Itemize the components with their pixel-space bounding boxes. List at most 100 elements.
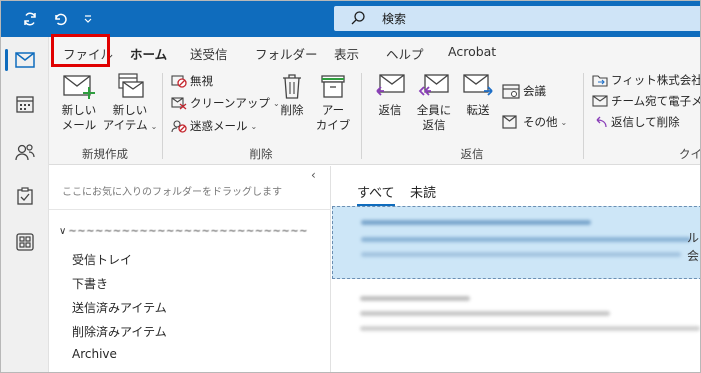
- tab-unread[interactable]: 未読: [410, 182, 436, 201]
- grid-apps-icon: [16, 233, 34, 251]
- folder-sent[interactable]: 送信済みアイテム: [72, 299, 167, 316]
- message-item-selected[interactable]: ル 会: [332, 206, 700, 279]
- respond-group: 返信 全員に 返信 転送 会議 その他 ⌄ 返信: [362, 67, 582, 165]
- reply-all-button[interactable]: 全員に 返信: [414, 71, 454, 133]
- quickstep-reply-delete[interactable]: 返信して削除: [592, 114, 680, 130]
- app-nav-rail: [1, 37, 49, 372]
- calendar-nav-button[interactable]: [1, 85, 49, 123]
- tab-home[interactable]: ホーム: [130, 44, 168, 69]
- reply-all-label-1: 全員に: [416, 103, 452, 117]
- junk-button[interactable]: 迷惑メール ⌄: [171, 118, 257, 134]
- archive-label-1: アー: [321, 103, 345, 117]
- ribbon: 新しい メール 新しい アイテム ⌄ 新規作成 無視 クリーンアップ ⌄ 迷惑メ…: [49, 67, 701, 165]
- quickstep-company-label: フィット株式会社: [611, 73, 701, 87]
- quick-steps-group: フィット株式会社 チーム宛て電子メ 返信して削除 クイ: [584, 67, 701, 165]
- delete-label: 削除: [280, 103, 304, 117]
- favorites-hint: ここにお気に入りのフォルダーをドラッグします: [62, 187, 282, 198]
- tab-help[interactable]: ヘルプ: [386, 44, 424, 63]
- tab-acrobat[interactable]: Acrobat: [448, 44, 496, 59]
- new-items-label-2: アイテム: [102, 118, 148, 132]
- search-icon: [350, 10, 366, 30]
- reply-all-label-2: 返信: [422, 118, 446, 132]
- archive-icon: [321, 75, 345, 98]
- collapse-pane-icon[interactable]: ‹: [311, 168, 316, 182]
- quickstep-reply-delete-label: 返信して削除: [611, 115, 680, 129]
- archive-button[interactable]: アー カイブ: [315, 71, 351, 133]
- account-header[interactable]: ∨ ~~~~~~~~~~~~~~~~~~~~~~~~~~~: [59, 226, 308, 237]
- message-side-char-1: ル: [686, 231, 699, 245]
- message-side-char-2: 会: [686, 249, 699, 263]
- quickstep-company[interactable]: フィット株式会社: [592, 72, 701, 88]
- divider: [49, 209, 331, 210]
- quickstep-team-email[interactable]: チーム宛て電子メ: [592, 93, 701, 109]
- folder-archive[interactable]: Archive: [72, 347, 117, 361]
- chevron-down-icon: ⌄: [250, 121, 258, 131]
- new-mail-icon: [63, 75, 95, 99]
- message-sender: [361, 220, 591, 225]
- account-name: ~~~~~~~~~~~~~~~~~~~~~~~~~~~: [68, 226, 309, 237]
- search-box[interactable]: 検索: [334, 6, 700, 31]
- outlook-window: 検索 ファイル ホーム 送受信 フォルダー 表示 ヘルプ Acrobat 新しい…: [0, 0, 701, 373]
- forward-icon: [463, 74, 493, 96]
- new-items-icon: [118, 73, 144, 98]
- folder-pane: ‹ ここにお気に入りのフォルダーをドラッグします ∨ ~~~~~~~~~~~~~…: [49, 166, 331, 372]
- folder-drafts[interactable]: 下書き: [72, 275, 108, 292]
- tasks-nav-button[interactable]: [1, 177, 49, 215]
- forward-label: 転送: [466, 103, 490, 117]
- delete-group: 無視 クリーンアップ ⌄ 迷惑メール ⌄ 削除 アー カイブ 削除: [163, 67, 359, 165]
- search-placeholder: 検索: [382, 12, 407, 26]
- cleanup-label: クリーンアップ: [190, 96, 270, 110]
- new-mail-label-2: メール: [61, 118, 97, 132]
- new-mail-button[interactable]: 新しい メール: [57, 71, 101, 133]
- mail-icon: [592, 95, 608, 107]
- delete-button[interactable]: 削除: [277, 71, 307, 118]
- cleanup-icon: [171, 97, 187, 110]
- undo-icon[interactable]: [51, 10, 69, 28]
- ignore-icon: [171, 75, 187, 88]
- ignore-button[interactable]: 無視: [171, 73, 213, 89]
- respond-group-label: 返信: [460, 147, 484, 161]
- reply-icon: [376, 74, 405, 96]
- tab-send-receive[interactable]: 送受信: [190, 44, 228, 63]
- reply-icon: [596, 116, 607, 128]
- tab-folder[interactable]: フォルダー: [255, 44, 318, 63]
- new-group: 新しい メール 新しい アイテム ⌄ 新規作成: [49, 67, 161, 165]
- delete-group-label: 削除: [249, 147, 273, 161]
- new-items-label-1: 新しい: [112, 103, 148, 117]
- message-list: すべて 未読 ル 会: [332, 166, 700, 372]
- meeting-button[interactable]: 会議: [502, 83, 546, 99]
- quickstep-team-label: チーム宛て電子メ: [611, 94, 701, 108]
- message-item[interactable]: [332, 284, 700, 354]
- tab-view[interactable]: 表示: [334, 44, 359, 63]
- ribbon-tabs: ファイル ホーム 送受信 フォルダー 表示 ヘルプ Acrobat: [49, 37, 700, 69]
- quick-steps-group-label: クイ: [679, 147, 701, 161]
- chevron-down-icon: ⌄: [560, 117, 568, 127]
- reply-button[interactable]: 返信: [372, 71, 408, 118]
- people-nav-button[interactable]: [1, 133, 49, 171]
- message-preview: [361, 252, 681, 257]
- calendar-icon: [16, 96, 34, 113]
- move-to-folder-icon: [592, 75, 608, 87]
- sync-icon[interactable]: [21, 10, 39, 28]
- ignore-label: 無視: [190, 74, 213, 88]
- folder-inbox[interactable]: 受信トレイ: [72, 251, 132, 268]
- message-subject: [360, 311, 610, 316]
- reply-label: 返信: [378, 103, 402, 117]
- people-icon: [15, 144, 35, 161]
- junk-icon: [171, 120, 187, 133]
- more-label: その他: [523, 115, 558, 129]
- forward-button[interactable]: 転送: [460, 71, 496, 118]
- folder-deleted[interactable]: 削除済みアイテム: [72, 323, 167, 340]
- mail-nav-button[interactable]: [1, 41, 49, 79]
- chevron-down-icon: ⌄: [150, 122, 158, 131]
- meeting-icon: [502, 84, 520, 99]
- customize-toolbar-icon[interactable]: [79, 10, 97, 28]
- more-respond-button[interactable]: その他 ⌄: [502, 114, 567, 130]
- reply-all-icon: [418, 74, 449, 96]
- junk-label: 迷惑メール: [190, 119, 248, 133]
- new-items-button[interactable]: 新しい アイテム ⌄: [103, 71, 157, 134]
- cleanup-button[interactable]: クリーンアップ ⌄: [171, 95, 280, 111]
- clipboard-icon: [17, 187, 33, 205]
- tab-all[interactable]: すべて: [357, 182, 395, 206]
- apps-nav-button[interactable]: [1, 223, 49, 261]
